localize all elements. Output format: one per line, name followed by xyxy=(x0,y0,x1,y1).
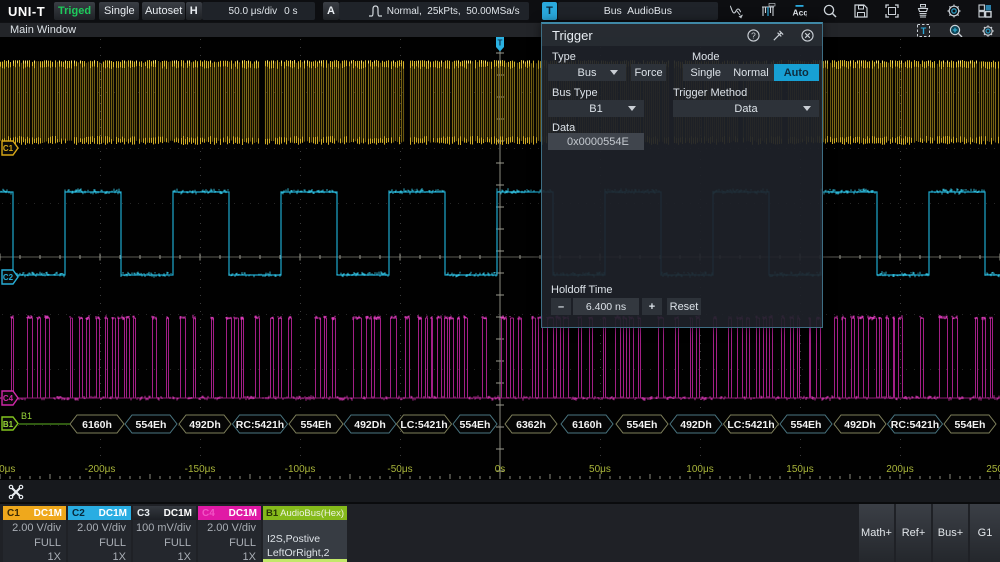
svg-text:150μs: 150μs xyxy=(786,464,813,475)
svg-text:492Dh: 492Dh xyxy=(354,419,386,431)
svg-text:-250μs: -250μs xyxy=(0,464,15,475)
svg-text:554Eh: 554Eh xyxy=(955,419,986,431)
svg-text:T: T xyxy=(498,39,503,48)
svg-text:-50μs: -50μs xyxy=(387,464,412,475)
svg-text:?: ? xyxy=(751,30,756,40)
svg-text:554Eh: 554Eh xyxy=(627,419,658,431)
svg-text:6362h: 6362h xyxy=(516,419,546,431)
svg-text:0s: 0s xyxy=(495,464,506,475)
svg-text:50μs: 50μs xyxy=(589,464,611,475)
svg-text:554Eh: 554Eh xyxy=(791,419,822,431)
svg-text:Acq: Acq xyxy=(792,8,807,18)
svg-text:6160h: 6160h xyxy=(82,419,112,431)
svg-text:554Eh: 554Eh xyxy=(301,419,332,431)
svg-text:492Dh: 492Dh xyxy=(680,419,712,431)
svg-text:100μs: 100μs xyxy=(686,464,713,475)
svg-text:C4: C4 xyxy=(3,394,14,403)
svg-text:554Eh: 554Eh xyxy=(460,419,491,431)
svg-text:LC:5421h: LC:5421h xyxy=(400,419,447,431)
svg-text:200μs: 200μs xyxy=(886,464,913,475)
svg-text:250μs: 250μs xyxy=(986,464,1000,475)
svg-text:-200μs: -200μs xyxy=(85,464,116,475)
svg-text:492Dh: 492Dh xyxy=(844,419,876,431)
svg-text:B1: B1 xyxy=(21,411,32,421)
svg-text:6160h: 6160h xyxy=(572,419,602,431)
svg-text:-100μs: -100μs xyxy=(285,464,316,475)
svg-text:C2: C2 xyxy=(3,273,14,282)
svg-text:RC:5421h: RC:5421h xyxy=(891,419,939,431)
svg-text:554Eh: 554Eh xyxy=(136,419,167,431)
svg-text:-150μs: -150μs xyxy=(185,464,216,475)
svg-text:492Dh: 492Dh xyxy=(189,419,221,431)
svg-text:RC:5421h: RC:5421h xyxy=(236,419,284,431)
svg-text:C1: C1 xyxy=(3,144,14,153)
svg-text:B1: B1 xyxy=(3,420,14,429)
svg-text:LC:5421h: LC:5421h xyxy=(727,419,774,431)
svg-text:T: T xyxy=(921,26,927,36)
